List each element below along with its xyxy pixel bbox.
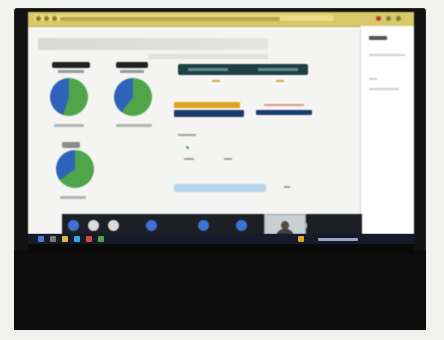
monitor-screen	[28, 12, 414, 234]
extension-icon[interactable]	[376, 16, 381, 21]
mic-button[interactable]	[68, 220, 79, 231]
header-bar-text-2	[258, 68, 298, 71]
highlight-bar	[174, 102, 240, 108]
monitor-lower-area	[14, 250, 426, 330]
side-panel	[360, 26, 414, 234]
pie-chart-2	[114, 78, 152, 116]
chat-button[interactable]	[146, 220, 157, 231]
side-panel-line-2	[369, 78, 377, 80]
camera-button[interactable]	[88, 220, 99, 231]
info-mark	[284, 186, 290, 188]
navy-bar-2	[256, 110, 312, 115]
more-options-button[interactable]	[236, 220, 247, 231]
chart-sublabel-2	[120, 70, 144, 73]
side-panel-title	[369, 36, 387, 40]
header-mark-1	[212, 80, 220, 82]
pie-chart-1	[50, 78, 88, 116]
side-panel-line-1	[369, 54, 405, 56]
taskbar-clock	[318, 238, 358, 241]
participant-video-tile[interactable]	[264, 214, 306, 234]
start-icon[interactable]	[38, 236, 44, 242]
navy-bar-1	[174, 110, 244, 117]
taskbar	[28, 234, 414, 244]
pink-mark	[264, 104, 304, 106]
participants-button[interactable]	[198, 220, 209, 231]
page-title	[38, 38, 268, 50]
side-panel-line-3	[369, 88, 399, 90]
browser-toolbar	[28, 12, 414, 27]
share-screen-button[interactable]	[108, 220, 119, 231]
app-icon-2[interactable]	[98, 236, 104, 242]
header-bar-text-1	[188, 68, 228, 71]
info-box	[174, 184, 266, 192]
forward-icon[interactable]	[44, 16, 49, 21]
status-dot-1	[186, 146, 189, 149]
pie-caption-3	[60, 196, 86, 199]
folder-icon[interactable]	[62, 236, 68, 242]
search-icon[interactable]	[50, 236, 56, 242]
chart-label-2	[116, 62, 148, 68]
text-line-1	[178, 134, 196, 136]
chart-label-3	[62, 142, 80, 148]
reload-icon[interactable]	[52, 16, 57, 21]
browser-icon[interactable]	[74, 236, 80, 242]
text-line-3	[224, 158, 232, 160]
address-bar[interactable]	[60, 17, 280, 21]
video-call-control-bar	[62, 214, 362, 234]
back-icon[interactable]	[36, 16, 41, 21]
page-subtitle	[148, 54, 268, 59]
tray-icon[interactable]	[298, 236, 304, 242]
profile-icon[interactable]	[386, 16, 391, 21]
chart-label-1	[52, 62, 90, 68]
header-mark-2	[276, 80, 284, 82]
pie-caption-2	[116, 124, 152, 127]
pie-caption-1	[54, 124, 84, 127]
text-line-2	[184, 158, 194, 160]
chart-sublabel-1	[58, 70, 84, 73]
app-icon[interactable]	[86, 236, 92, 242]
menu-icon[interactable]	[396, 16, 401, 21]
pie-chart-3	[56, 150, 94, 188]
